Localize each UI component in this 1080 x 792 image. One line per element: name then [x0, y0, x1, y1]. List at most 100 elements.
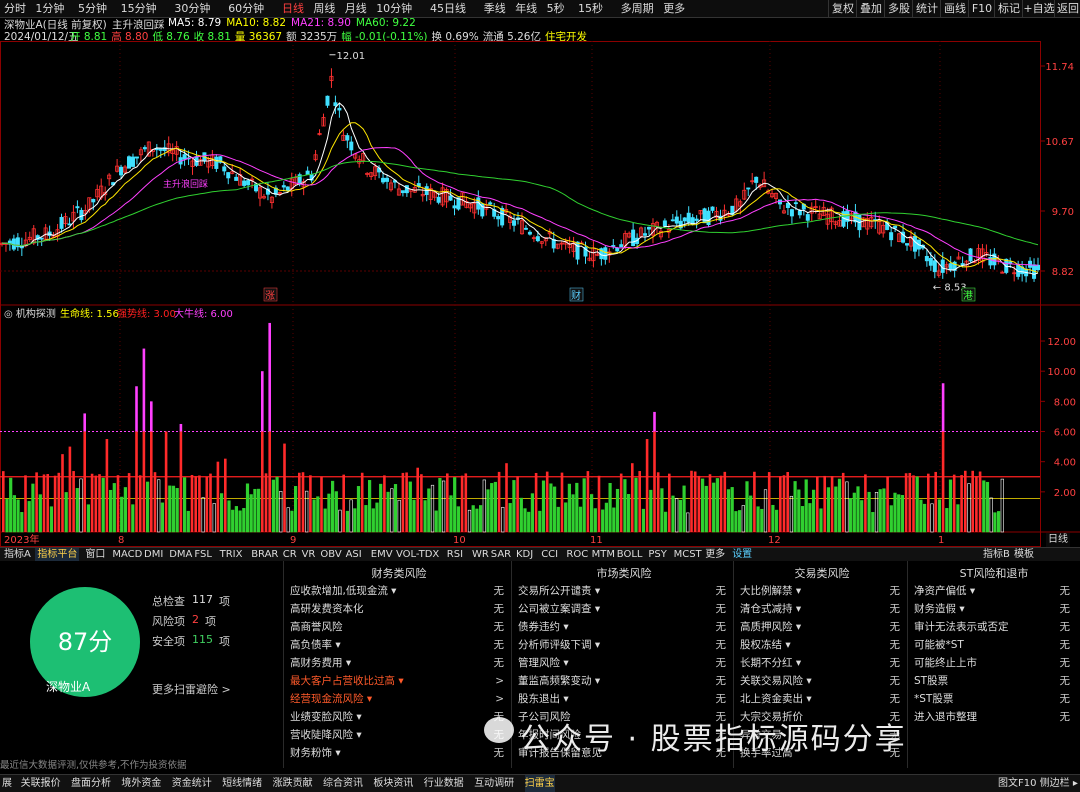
- period-tab[interactable]: 30分钟: [174, 1, 210, 16]
- risk-item[interactable]: 大比例解禁 ▾: [740, 582, 801, 600]
- indicator-tab[interactable]: VR: [300, 548, 318, 562]
- risk-item[interactable]: 净资产偏低 ▾: [914, 582, 975, 600]
- risk-item[interactable]: 财务粉饰 ▾: [290, 744, 341, 762]
- indicator-tab[interactable]: MTM: [590, 548, 617, 562]
- bottom-tab[interactable]: 资金统计: [172, 775, 212, 792]
- sidebar-toggle[interactable]: 图文F10 侧边栏 ▸: [998, 775, 1078, 792]
- risk-item[interactable]: 交易所公开谴责 ▾: [518, 582, 600, 600]
- period-tab[interactable]: 季线: [484, 1, 506, 16]
- indicator-tab[interactable]: DMI: [142, 548, 165, 562]
- indicator-tab[interactable]: RSI: [445, 548, 465, 562]
- bottom-tab[interactable]: 互动调研: [474, 775, 514, 792]
- risk-item[interactable]: 公司被立案调查 ▾: [518, 600, 600, 618]
- risk-item[interactable]: 高研发费资本化: [290, 600, 364, 618]
- indicator-tab[interactable]: KDJ: [514, 548, 535, 562]
- indicator-tab-right[interactable]: 指标B: [981, 548, 1012, 562]
- risk-item[interactable]: 管理风险 ▾: [518, 654, 569, 672]
- period-tab[interactable]: 更多: [663, 1, 685, 16]
- risk-item[interactable]: 北上资金卖出 ▾: [740, 690, 812, 708]
- indicator-tab[interactable]: DMA: [167, 548, 194, 562]
- toolbar-button[interactable]: 多股: [884, 0, 913, 17]
- indicator-tab[interactable]: ASI: [344, 548, 364, 562]
- risk-item[interactable]: 进入退市整理: [914, 708, 977, 726]
- risk-item[interactable]: 长期不分红 ▾: [740, 654, 801, 672]
- indicator-tab[interactable]: MACD: [110, 548, 144, 562]
- indicator-tab[interactable]: PSY: [646, 548, 669, 562]
- risk-item[interactable]: 股东退出 ▾: [518, 690, 569, 708]
- indicator-tab[interactable]: EMV: [369, 548, 395, 562]
- toolbar-button[interactable]: 标记: [994, 0, 1023, 17]
- indicator-tab[interactable]: 设置: [730, 548, 754, 562]
- bottom-tab[interactable]: 展: [2, 775, 12, 792]
- indicator-tab-right[interactable]: 模板: [1012, 548, 1036, 562]
- period-tab[interactable]: 多周期: [621, 1, 654, 16]
- toolbar-button[interactable]: 统计: [912, 0, 941, 17]
- risk-item[interactable]: 可能终止上市: [914, 654, 977, 672]
- bottom-tab[interactable]: 短线情绪: [222, 775, 262, 792]
- indicator-tab[interactable]: ROC: [564, 548, 590, 562]
- period-tab[interactable]: 10分钟: [376, 1, 412, 16]
- period-tab[interactable]: 分时: [4, 1, 26, 16]
- indicator-tab[interactable]: CR: [281, 548, 299, 562]
- period-tab[interactable]: 周线: [313, 1, 335, 16]
- toolbar-button[interactable]: +自选: [1022, 0, 1055, 17]
- risk-item[interactable]: 高财务费用 ▾: [290, 654, 351, 672]
- bottom-tab[interactable]: 板块资讯: [373, 775, 413, 792]
- indicator-tab[interactable]: VOL-TDX: [394, 548, 441, 562]
- risk-item[interactable]: ST股票: [914, 672, 948, 690]
- indicator-tab[interactable]: BRAR: [249, 548, 280, 562]
- risk-item[interactable]: 清仓式减持 ▾: [740, 600, 801, 618]
- risk-item[interactable]: 业绩变脸风险 ▾: [290, 708, 362, 726]
- more-scan-link[interactable]: 更多扫雷避险 >: [152, 681, 231, 697]
- toolbar-button[interactable]: 画线: [940, 0, 969, 17]
- risk-item[interactable]: 经营现金流风险 ▾: [290, 690, 372, 708]
- period-tab[interactable]: 60分钟: [228, 1, 264, 16]
- indicator-tab[interactable]: CCI: [539, 548, 560, 562]
- indicator-tab[interactable]: FSL: [192, 548, 214, 562]
- period-tab[interactable]: 1分钟: [35, 1, 64, 16]
- period-tab[interactable]: 年线: [515, 1, 537, 16]
- bottom-tab[interactable]: 盘面分析: [71, 775, 111, 792]
- risk-item[interactable]: 营收陡降风险 ▾: [290, 726, 362, 744]
- toolbar-button[interactable]: 复权: [828, 0, 857, 17]
- bottom-tab[interactable]: 综合资讯: [323, 775, 363, 792]
- period-tab[interactable]: 45日线: [430, 1, 466, 16]
- toolbar-button[interactable]: 返回: [1054, 0, 1080, 17]
- indicator-tab[interactable]: SAR: [489, 548, 513, 562]
- risk-item[interactable]: 审计无法表示或否定: [914, 618, 1009, 636]
- period-tab[interactable]: 5秒: [547, 1, 565, 16]
- indicator-tab[interactable]: 窗口: [83, 548, 107, 562]
- bottom-tab[interactable]: 关联报价: [21, 775, 61, 792]
- period-tab[interactable]: 5分钟: [78, 1, 107, 16]
- toolbar-button[interactable]: 叠加: [856, 0, 885, 17]
- period-tab[interactable]: 15分钟: [121, 1, 157, 16]
- indicator-tab[interactable]: TRIX: [218, 548, 245, 562]
- indicator-tab[interactable]: 指标A: [2, 548, 33, 562]
- bottom-tab[interactable]: 涨跌贡献: [273, 775, 313, 792]
- indicator-tab[interactable]: OBV: [318, 548, 343, 562]
- bottom-tab[interactable]: 行业数据: [424, 775, 464, 792]
- risk-item[interactable]: 高质押风险 ▾: [740, 618, 801, 636]
- risk-item[interactable]: 高负债率 ▾: [290, 636, 341, 654]
- risk-item[interactable]: 分析师评级下调 ▾: [518, 636, 600, 654]
- indicator-tab[interactable]: BOLL: [615, 548, 645, 562]
- risk-item[interactable]: 最大客户占营收比过高 ▾: [290, 672, 404, 690]
- period-tab[interactable]: 15秒: [578, 1, 603, 16]
- risk-item[interactable]: 关联交易风险 ▾: [740, 672, 812, 690]
- risk-item[interactable]: 董监高频繁变动 ▾: [518, 672, 600, 690]
- risk-item[interactable]: 高商誉风险: [290, 618, 343, 636]
- period-tab[interactable]: 月线: [345, 1, 367, 16]
- risk-item[interactable]: 股权冻结 ▾: [740, 636, 791, 654]
- risk-item[interactable]: 债券违约 ▾: [518, 618, 569, 636]
- risk-item[interactable]: 可能被*ST: [914, 636, 964, 654]
- risk-item[interactable]: 财务造假 ▾: [914, 600, 965, 618]
- indicator-tab[interactable]: 指标平台: [35, 548, 80, 562]
- toolbar-button[interactable]: F10: [968, 0, 995, 17]
- kline-chart[interactable]: 11.7410.679.708.8212.01← 8.53主升浪回踩涨财港12.…: [0, 41, 1080, 547]
- risk-item[interactable]: *ST股票: [914, 690, 953, 708]
- indicator-tab[interactable]: MCST: [672, 548, 704, 562]
- indicator-tab[interactable]: 更多: [703, 548, 727, 562]
- indicator-tab[interactable]: WR: [470, 548, 491, 562]
- bottom-tab[interactable]: 境外资金: [121, 775, 161, 792]
- period-tab[interactable]: 日线: [282, 1, 304, 16]
